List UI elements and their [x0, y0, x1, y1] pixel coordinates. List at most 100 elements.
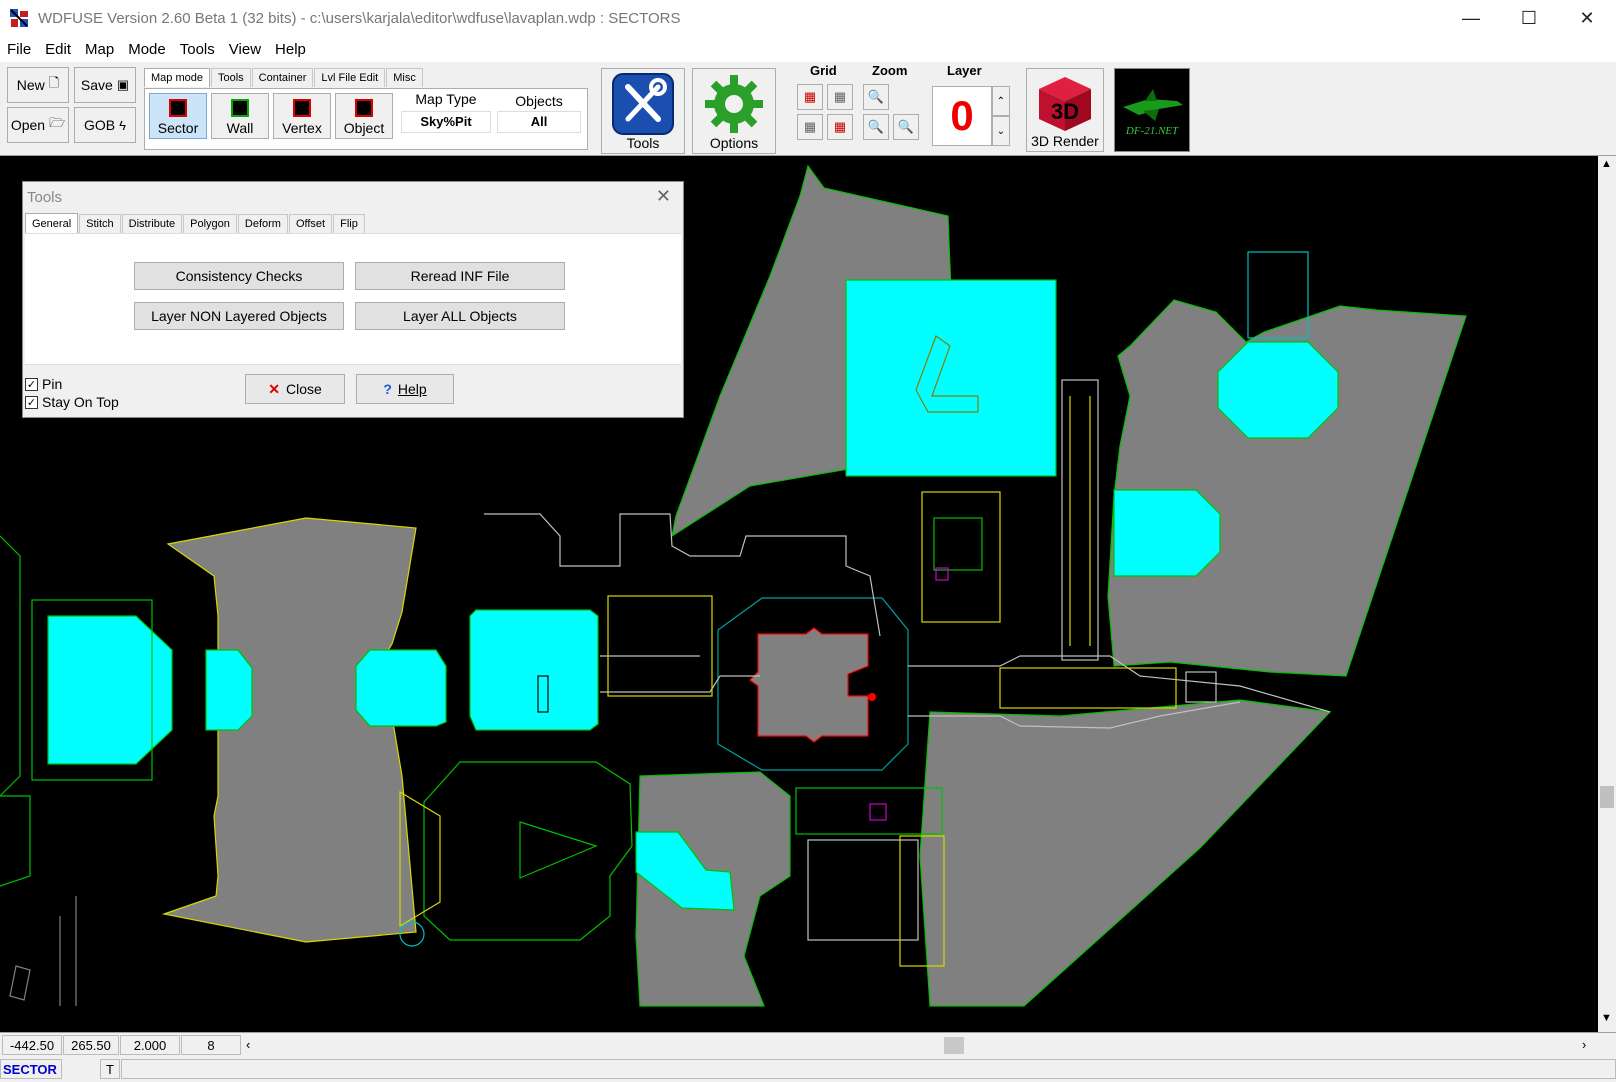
grid-smaller-icon[interactable]: ▦: [797, 84, 823, 110]
grid-label: Grid: [810, 63, 837, 78]
tab-lvl-file-edit[interactable]: Lvl File Edit: [314, 68, 386, 87]
selected-vertex: [868, 693, 876, 701]
df21-label: DF-21.NET: [1125, 125, 1179, 137]
app-icon: [10, 9, 28, 27]
sector: [999, 667, 1177, 709]
wall-icon: [231, 99, 249, 117]
help-button[interactable]: ? Help: [356, 374, 454, 404]
layer-value[interactable]: 0: [932, 86, 992, 146]
wrench-screwdriver-icon: [612, 73, 674, 135]
layer-label: Layer: [947, 63, 982, 78]
menu-tools[interactable]: Tools: [173, 41, 222, 58]
sector: [845, 279, 1057, 477]
new-button[interactable]: New 🗋: [7, 67, 69, 103]
menu-edit[interactable]: Edit: [38, 41, 78, 58]
gear-icon: [705, 75, 763, 133]
tools-dialog: Tools ✕ General Stitch Distribute Polygo…: [22, 181, 684, 418]
map-type-label: Map Type: [415, 91, 477, 107]
map-type-value[interactable]: Sky%Pit: [401, 111, 491, 133]
layer-all-objects-button[interactable]: Layer ALL Objects: [355, 302, 565, 330]
folder-icon: 🗁: [49, 115, 66, 130]
dialog-tabstrip: General Stitch Distribute Polygon Deform…: [25, 213, 366, 233]
tools-button[interactable]: Tools: [601, 68, 685, 154]
scroll-right-icon[interactable]: ›: [1582, 1037, 1586, 1052]
close-button[interactable]: ✕ Close: [245, 374, 345, 404]
menu-mode[interactable]: Mode: [121, 41, 173, 58]
sector-mode-button[interactable]: Sector: [149, 93, 207, 139]
options-button[interactable]: Options: [692, 68, 776, 154]
menu-help[interactable]: Help: [268, 41, 313, 58]
layer-up-icon[interactable]: ⌃: [992, 86, 1010, 116]
grid-show-icon[interactable]: ▦: [797, 114, 823, 140]
grid-readout: 8: [181, 1035, 241, 1055]
consistency-checks-button[interactable]: Consistency Checks: [134, 262, 344, 290]
vertical-scroll-thumb[interactable]: [1600, 786, 1614, 808]
selected-sector: [749, 627, 869, 743]
3d-icon-text: 3D: [1051, 99, 1079, 124]
status-message: [121, 1059, 1616, 1079]
menu-view[interactable]: View: [222, 41, 268, 58]
sector: [1185, 671, 1217, 703]
df21-logo-button[interactable]: DF-21.NET: [1114, 68, 1190, 152]
minimize-button[interactable]: —: [1442, 0, 1500, 36]
zoom-out-icon[interactable]: 🔍: [893, 114, 919, 140]
object-icon: [355, 99, 373, 117]
tab-stitch[interactable]: Stitch: [79, 214, 121, 233]
zoom-in-icon[interactable]: 🔍: [863, 114, 889, 140]
tab-deform[interactable]: Deform: [237, 214, 288, 233]
objects-value[interactable]: All: [497, 111, 581, 133]
scroll-left-icon[interactable]: ‹: [246, 1037, 250, 1052]
tab-distribute[interactable]: Distribute: [121, 214, 183, 233]
tab-map-mode[interactable]: Map mode: [144, 68, 210, 87]
status-t-indicator: T: [100, 1059, 120, 1079]
menu-map[interactable]: Map: [78, 41, 121, 58]
vertex-mode-button[interactable]: Vertex: [273, 93, 331, 139]
grid-larger-icon[interactable]: ▦: [827, 84, 853, 110]
tab-offset[interactable]: Offset: [288, 214, 333, 233]
sector: [519, 821, 598, 879]
layer-down-icon[interactable]: ⌄: [992, 116, 1010, 146]
sector: [1217, 341, 1339, 439]
sector: [1061, 379, 1099, 661]
tab-container[interactable]: Container: [251, 68, 314, 87]
sector: [423, 761, 633, 941]
sector: [0, 795, 31, 887]
pin-checkbox[interactable]: ✓ Pin: [25, 376, 62, 392]
grid-snap-icon[interactable]: ▦: [827, 114, 853, 140]
wall-mode-button[interactable]: Wall: [211, 93, 269, 139]
3d-render-button[interactable]: 3D 3D Render: [1026, 68, 1104, 152]
zoom-fit-icon[interactable]: 🔍: [863, 84, 889, 110]
scroll-down-icon[interactable]: ▼: [1601, 1012, 1612, 1024]
coordinates-bar: -442.50 265.50 2.000 8 ‹ ›: [0, 1032, 1616, 1057]
open-button[interactable]: Open 🗁: [7, 107, 69, 143]
maximize-button[interactable]: ☐: [1500, 0, 1558, 36]
tab-polygon[interactable]: Polygon: [183, 214, 237, 233]
save-button[interactable]: Save ▣: [74, 67, 136, 103]
menu-file[interactable]: File: [0, 41, 38, 58]
layer-non-layered-button[interactable]: Layer NON Layered Objects: [134, 302, 344, 330]
lightning-icon: ϟ: [119, 117, 126, 133]
stay-on-top-checkbox[interactable]: ✓ Stay On Top: [25, 394, 119, 410]
close-icon[interactable]: ✕: [656, 186, 671, 207]
status-bar: SECTOR T: [0, 1057, 1616, 1082]
vertical-scrollbar[interactable]: ▲ ▼: [1598, 156, 1616, 1032]
horizontal-scroll-thumb[interactable]: [944, 1037, 964, 1054]
sector: [1113, 489, 1221, 577]
reread-inf-button[interactable]: Reread INF File: [355, 262, 565, 290]
gob-button[interactable]: GOB ϟ: [74, 107, 136, 143]
close-window-button[interactable]: ✕: [1558, 0, 1616, 36]
sector: [355, 649, 447, 727]
zoom-label: Zoom: [872, 63, 908, 78]
scroll-up-icon[interactable]: ▲: [1601, 158, 1612, 170]
general-tab-panel: Consistency Checks Reread INF File Layer…: [25, 233, 681, 365]
tab-general[interactable]: General: [25, 213, 79, 233]
dialog-title: Tools: [27, 189, 63, 206]
save-icon: ▣: [116, 77, 130, 92]
tab-flip[interactable]: Flip: [333, 214, 365, 233]
title-bar: WDFUSE Version 2.60 Beta 1 (32 bits) - c…: [0, 0, 1616, 36]
object-mode-button[interactable]: Object: [335, 93, 393, 139]
tab-tools[interactable]: Tools: [210, 68, 251, 87]
map-mode-panel: Sector Wall Vertex Object Map Type Sky%P…: [144, 88, 588, 150]
tab-misc[interactable]: Misc: [386, 68, 423, 87]
sector-icon: [169, 99, 187, 117]
